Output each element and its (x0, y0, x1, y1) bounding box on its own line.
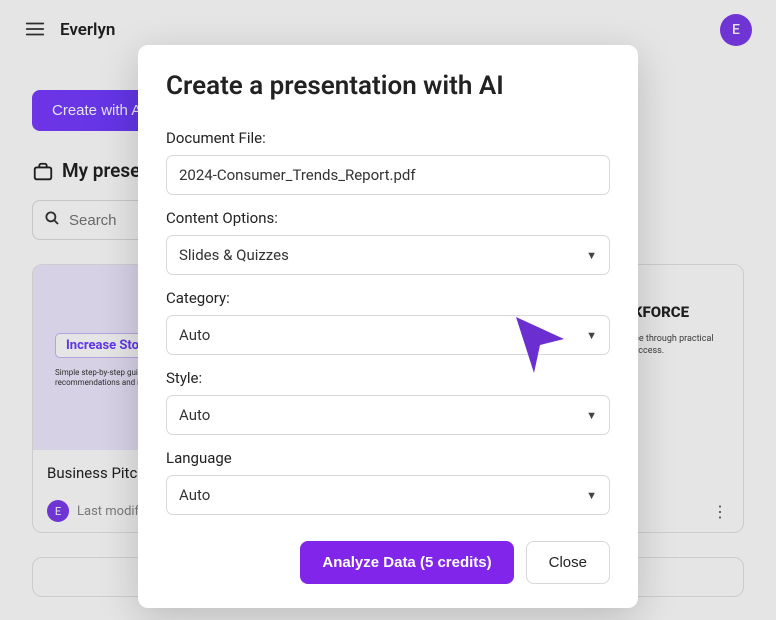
category-value: Auto (179, 326, 210, 344)
content-options-label: Content Options: (166, 209, 610, 227)
menu-icon[interactable] (24, 18, 48, 42)
document-file-value: 2024-Consumer_Trends_Report.pdf (179, 166, 416, 184)
category-select[interactable]: Auto ▼ (166, 315, 610, 355)
analyze-data-button[interactable]: Analyze Data (5 credits) (300, 541, 513, 584)
close-button[interactable]: Close (526, 541, 610, 584)
chevron-down-icon: ▼ (586, 489, 597, 502)
style-label: Style: (166, 369, 610, 387)
language-value: Auto (179, 486, 210, 504)
briefcase-icon (32, 161, 52, 181)
card-avatar: E (47, 500, 69, 522)
content-options-select[interactable]: Slides & Quizzes ▼ (166, 235, 610, 275)
content-options-value: Slides & Quizzes (179, 246, 289, 264)
more-icon[interactable]: ⋮ (711, 502, 729, 521)
search-icon (43, 209, 61, 231)
chevron-down-icon: ▼ (586, 329, 597, 342)
style-value: Auto (179, 406, 210, 424)
language-select[interactable]: Auto ▼ (166, 475, 610, 515)
document-file-input[interactable]: 2024-Consumer_Trends_Report.pdf (166, 155, 610, 195)
chevron-down-icon: ▼ (586, 409, 597, 422)
modal-title: Create a presentation with AI (166, 71, 610, 101)
brand-name: Everlyn (60, 20, 115, 40)
style-select[interactable]: Auto ▼ (166, 395, 610, 435)
avatar[interactable]: E (720, 14, 752, 46)
document-file-label: Document File: (166, 129, 610, 147)
category-label: Category: (166, 289, 610, 307)
create-presentation-modal: Create a presentation with AI Document F… (138, 45, 638, 608)
language-label: Language (166, 449, 610, 467)
chevron-down-icon: ▼ (586, 249, 597, 262)
